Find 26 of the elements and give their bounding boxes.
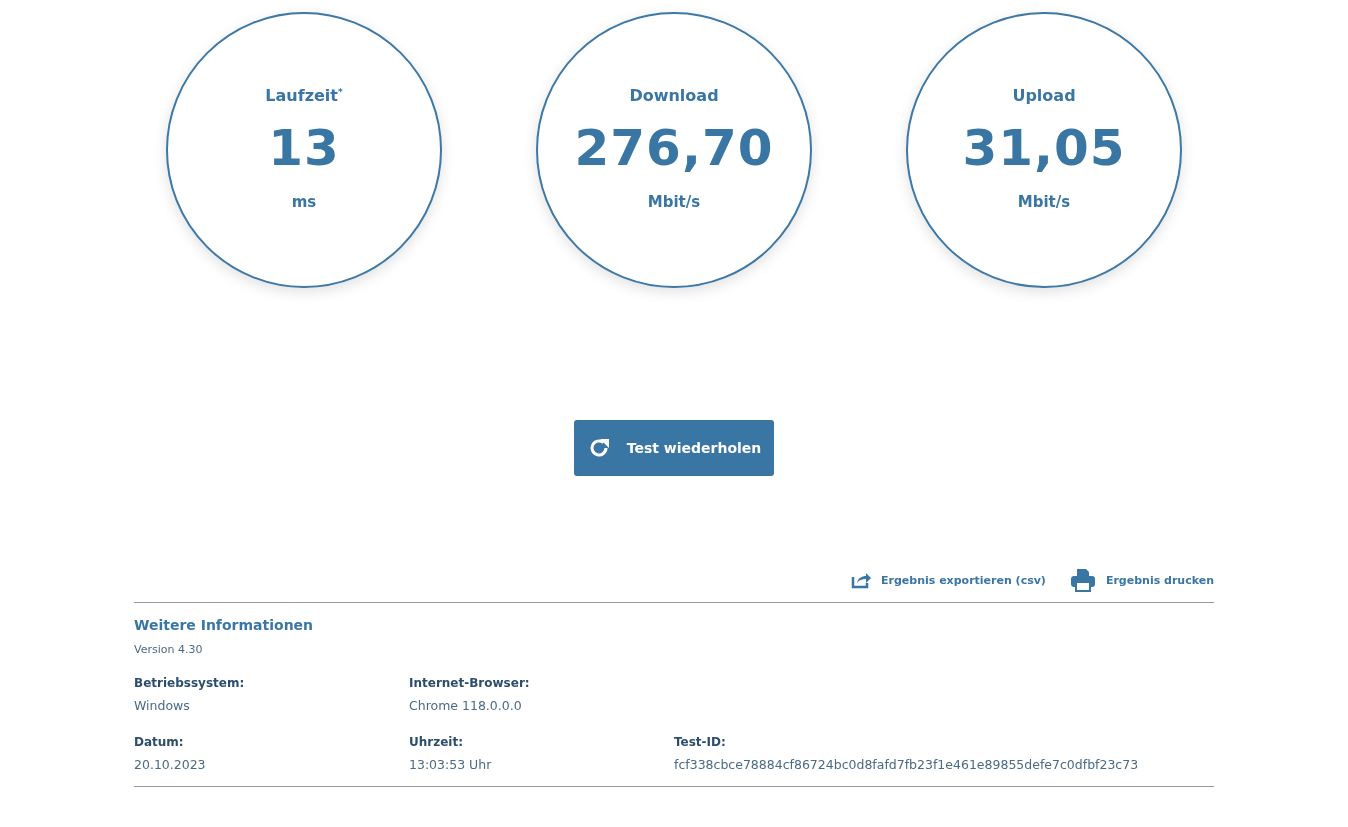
metric-unit: ms: [291, 193, 317, 211]
info-label: Datum:: [134, 735, 185, 749]
metric-label: Download: [629, 86, 719, 105]
metric-value: 31,05: [962, 119, 1126, 177]
metric-unit: Mbit/s: [647, 193, 701, 211]
printer-icon: [1069, 568, 1096, 592]
version-text: Version 4.30: [134, 643, 204, 656]
info-label: Internet-Browser:: [409, 676, 531, 690]
info-value: Windows: [134, 698, 191, 713]
info-label: Test-ID:: [674, 735, 727, 749]
metric-unit: Mbit/s: [1017, 193, 1071, 211]
info-value: fcf338cbce78884cf86724bc0d8fafd7fb23f1e461e89855defe7c0dfbf23c73: [674, 757, 1140, 772]
metric-value: 276,70: [574, 119, 774, 177]
share-icon: [851, 571, 872, 589]
metric-label: Laufzeit$^{*}$: [265, 86, 343, 105]
export-link[interactable]: Ergebnis exportieren (csv): [851, 568, 1046, 592]
metric-label: Upload: [1012, 86, 1076, 105]
repeat-test-button[interactable]: Test wiederholen: [574, 420, 774, 476]
info-value: Chrome 118.0.0.0: [409, 698, 523, 713]
info-label: Uhrzeit:: [409, 735, 464, 749]
info-label: Betriebssystem:: [134, 676, 246, 690]
section-title: Weitere Informationen: [134, 617, 315, 633]
info-value: 20.10.2023: [134, 757, 207, 772]
metric-value: 13: [268, 119, 340, 177]
info-value: 13:03:53 Uhr: [409, 757, 493, 772]
print-link[interactable]: Ergebnis drucken: [1069, 568, 1214, 592]
